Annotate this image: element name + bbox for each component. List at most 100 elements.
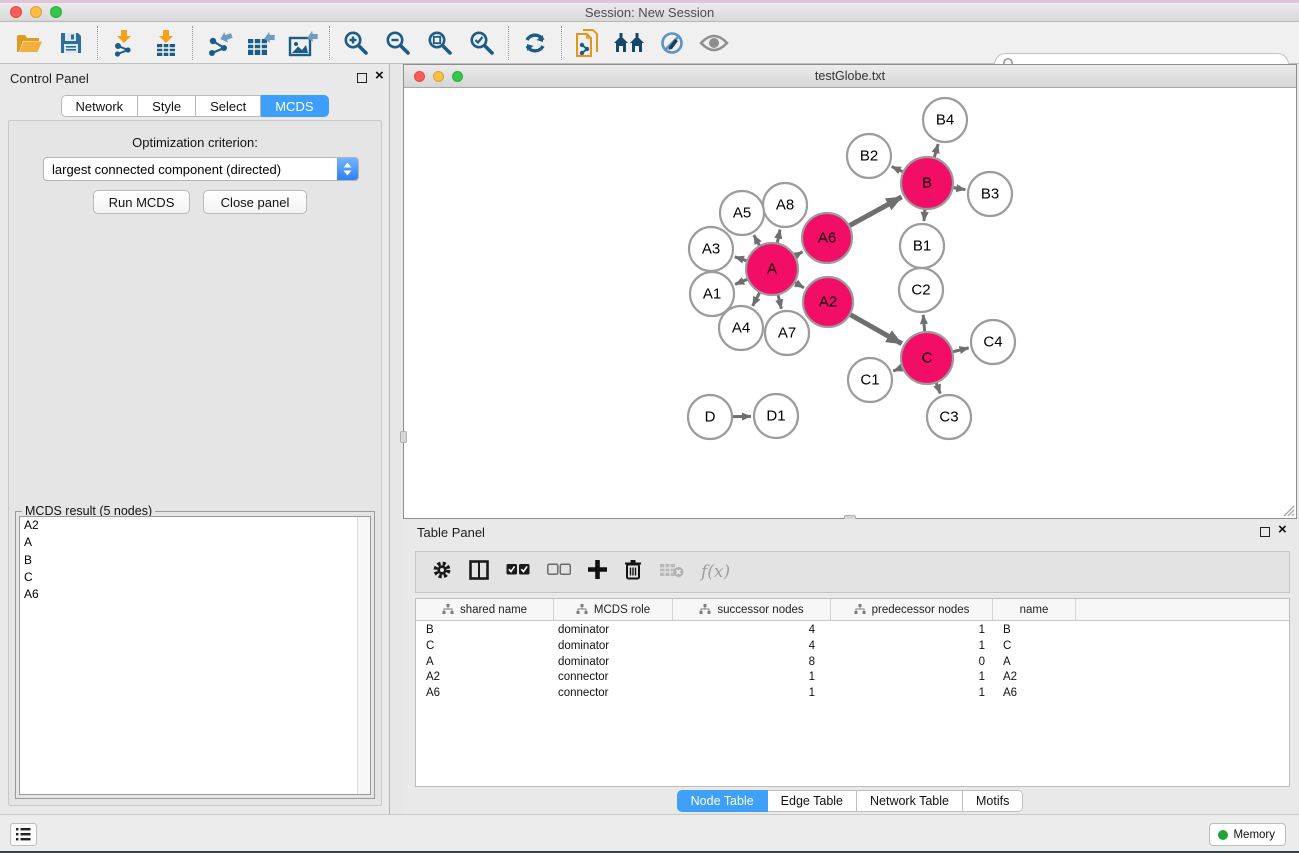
tab-network-table[interactable]: Network Table [857, 790, 963, 812]
tab-network[interactable]: Network [60, 95, 138, 117]
criterion-dropdown[interactable]: largest connected component (directed) [43, 157, 359, 181]
node-label-A2: A2 [819, 294, 837, 311]
left-splitter-handle[interactable] [400, 431, 407, 443]
table-settings-button[interactable] [432, 560, 452, 585]
delete-table-button[interactable] [659, 562, 684, 583]
column-header-name[interactable]: name [993, 599, 1076, 620]
network-canvas[interactable]: B4B2BB3A8A5A6B1A3AC2A1A2A4A7C4CC1C3DD1 [404, 88, 1296, 518]
edge-B-B2[interactable] [892, 167, 904, 172]
column-label: MCDS role [594, 604, 650, 616]
hide-labels-button[interactable] [651, 25, 693, 61]
edge-C-C2[interactable] [923, 315, 925, 332]
memory-label: Memory [1233, 829, 1275, 841]
column-header-predecessor-nodes[interactable]: predecessor nodes [831, 599, 993, 620]
export-table-button[interactable] [240, 25, 282, 61]
list-item[interactable]: A6 [20, 586, 370, 603]
node-label-D1: D1 [766, 408, 785, 425]
open-folder-icon [15, 31, 43, 55]
cell-successor-nodes: 1 [673, 687, 831, 703]
show-columns-button[interactable] [469, 560, 489, 585]
add-column-button[interactable] [588, 560, 607, 584]
eye-icon [699, 32, 729, 54]
edge-A-A1[interactable] [735, 279, 748, 284]
cell-shared-name: A [416, 656, 554, 672]
edge-A-A5[interactable] [754, 235, 760, 246]
unselect-all-button[interactable] [547, 563, 571, 581]
edge-A-A2[interactable] [794, 282, 803, 288]
houses-icon [613, 31, 647, 55]
float-panel-icon[interactable] [357, 73, 367, 83]
node-table: shared name MCDS role successor nodes pr… [415, 598, 1290, 787]
list-scrollbar[interactable] [357, 517, 370, 794]
float-panel-icon[interactable] [1260, 527, 1270, 537]
zoom-fit-button[interactable] [419, 25, 461, 61]
save-session-button[interactable] [50, 25, 92, 61]
edge-C-C1[interactable] [893, 367, 902, 371]
edge-A-A3[interactable] [735, 257, 748, 261]
close-panel-button[interactable]: Close panel [203, 190, 307, 214]
app-titlebar: Session: New Session [0, 3, 1299, 22]
column-header-mcds-role[interactable]: MCDS role [554, 599, 673, 620]
edge-A-A6[interactable] [795, 252, 803, 256]
list-item[interactable]: A [20, 534, 370, 551]
edge-A-A4[interactable] [753, 292, 760, 306]
tab-style[interactable]: Style [138, 95, 196, 117]
node-label-B4: B4 [936, 112, 954, 129]
tab-motifs[interactable]: Motifs [963, 790, 1023, 812]
tab-edge-table[interactable]: Edge Table [768, 790, 857, 812]
export-image-icon [288, 29, 318, 57]
column-header-shared-name[interactable]: shared name [416, 599, 554, 620]
tab-mcds[interactable]: MCDS [261, 95, 328, 117]
table-row[interactable]: C dominator 4 1 C [416, 640, 1289, 656]
edge-A-A8[interactable] [777, 229, 780, 243]
edge-A6-B[interactable] [849, 197, 902, 226]
tab-select[interactable]: Select [196, 95, 261, 117]
export-image-button[interactable] [282, 25, 324, 61]
edge-C-C3[interactable] [936, 382, 940, 393]
zoom-selected-button[interactable] [461, 25, 503, 61]
edge-B-B1[interactable] [924, 209, 925, 221]
edge-B-B4[interactable] [934, 144, 938, 158]
cell-mcds-role: dominator [554, 640, 673, 656]
apply-layout-button[interactable] [514, 25, 556, 61]
table-row[interactable]: A2 connector 1 1 A2 [416, 671, 1289, 687]
import-network-button[interactable] [103, 25, 145, 61]
open-session-button[interactable] [8, 25, 50, 61]
cell-name: A2 [993, 671, 1076, 687]
list-item[interactable]: B [20, 552, 370, 569]
zoom-out-button[interactable] [377, 25, 419, 61]
node-label-C4: C4 [983, 334, 1002, 351]
node-label-A: A [767, 261, 777, 278]
edge-B-B3[interactable] [953, 187, 966, 189]
cell-shared-name: C [416, 640, 554, 656]
close-panel-icon[interactable]: × [375, 71, 384, 81]
select-all-button[interactable] [506, 563, 530, 581]
run-mcds-button[interactable]: Run MCDS [93, 190, 190, 214]
table-row[interactable]: A6 connector 1 1 A6 [416, 687, 1289, 703]
edge-A2-C[interactable] [850, 314, 902, 343]
delete-column-button[interactable] [624, 559, 642, 585]
unchecked-boxes-icon [547, 563, 571, 576]
list-item[interactable]: C [20, 569, 370, 586]
memory-button[interactable]: Memory [1209, 823, 1286, 846]
new-network-from-selection-button[interactable] [567, 25, 609, 61]
table-row[interactable]: A dominator 8 0 A [416, 656, 1289, 672]
import-table-button[interactable] [145, 25, 187, 61]
toggle-view-button[interactable] [693, 25, 735, 61]
export-network-button[interactable] [198, 25, 240, 61]
close-panel-icon[interactable]: × [1278, 525, 1287, 535]
table-row[interactable]: B dominator 4 1 B [416, 624, 1289, 640]
function-builder-button[interactable]: f(x) [701, 562, 730, 582]
status-bar: Memory [0, 814, 1299, 851]
edge-C-C4[interactable] [952, 348, 968, 352]
first-neighbors-button[interactable] [609, 25, 651, 61]
cell-predecessor-nodes: 1 [831, 687, 993, 703]
network-view-window: testGlobe.txt B4B2BB3A8A5A6B1A3AC2A1A2A4… [403, 64, 1297, 519]
list-item[interactable]: A2 [20, 517, 370, 534]
task-history-button[interactable] [10, 823, 37, 846]
zoom-in-button[interactable] [335, 25, 377, 61]
tab-node-table[interactable]: Node Table [677, 790, 768, 812]
resize-grip[interactable] [1281, 503, 1295, 517]
column-header-successor-nodes[interactable]: successor nodes [673, 599, 831, 620]
edge-A-A7[interactable] [778, 294, 781, 308]
